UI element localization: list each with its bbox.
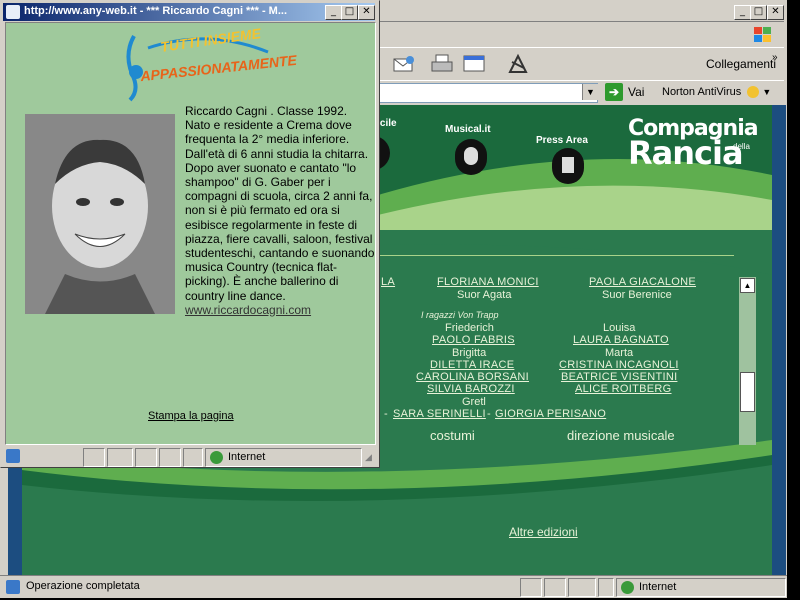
separator: - [487,408,491,420]
zone-segment: Internet [616,578,786,597]
status-text: Operazione completata [26,580,140,592]
address-input[interactable] [378,83,598,103]
mail-icon[interactable] [392,52,416,76]
bio-block: Riccardo Cagni . Classe 1992. Nato e res… [15,104,375,320]
ie-icon [6,5,20,19]
nav-icon-musical[interactable] [455,139,487,175]
minimize-button[interactable]: _ [734,5,751,20]
status-bar: Operazione completata Internet [0,575,787,598]
cast-link[interactable]: ALICE ROITBERG [575,383,672,395]
costumes-label: costumi [430,428,475,443]
maximize-button[interactable]: □ [750,5,767,20]
print-page-link[interactable]: Stampa la pagina [148,410,234,422]
status-segment [107,448,133,467]
cast-link[interactable]: CRISTINA INCAGNOLI [559,359,679,371]
globe-icon [621,581,634,594]
cast-group-note: I ragazzi Von Trapp [421,310,499,320]
cast-link[interactable]: LA [381,276,395,288]
messenger-icon[interactable] [506,52,530,76]
cast-link[interactable]: SILVIA BAROZZI [427,383,515,395]
resize-grip-icon[interactable]: ◢ [365,452,372,463]
separator: - [384,408,388,420]
nav-icon-press[interactable] [552,148,584,184]
chevron-down-icon[interactable]: ▼ [762,87,771,97]
go-button-label[interactable]: Vai [628,85,644,99]
status-segment [520,578,542,597]
go-arrow-icon[interactable]: ➔ [605,83,623,101]
divider-line [378,255,734,256]
cast-link[interactable]: PAOLO FABRIS [432,334,515,346]
right-frame-border [772,105,786,575]
maximize-button[interactable]: □ [341,5,358,20]
nav-label-press[interactable]: Press Area [536,135,588,146]
zone-label: Internet [639,581,677,593]
popup-title: http://www.any-web.it - *** Riccardo Cag… [24,5,288,17]
status-segment [159,448,181,467]
cast-role: Louisa [603,322,636,334]
cast-link[interactable]: CAROLINA BORSANI [416,371,529,383]
mask-icon [464,147,478,165]
cast-role: Suor Agata [457,289,512,301]
cast-role: Brigitta [452,347,487,359]
cast-role: Gretl [462,396,486,408]
cast-link[interactable]: SARA SERINELLI [393,408,486,420]
popup-status-bar: Internet ◢ [3,446,377,467]
status-segment [183,448,203,467]
portrait-photo [25,114,175,314]
links-label[interactable]: Collegamenti [706,57,776,71]
popup-blocked-icon[interactable] [568,578,596,597]
status-segment [135,448,157,467]
cast-link[interactable]: LAURA BAGNATO [573,334,669,346]
cast-link[interactable]: BEATRICE VISENTINI [561,371,677,383]
cast-role: Friederich [445,322,494,334]
cast-link[interactable]: PAOLA GIACALONE [589,276,696,288]
document-icon [562,157,574,173]
windows-logo-icon [754,27,771,42]
norton-icon [747,86,760,99]
music-direction-label: direzione musicale [567,428,675,443]
edit-icon[interactable] [462,52,486,76]
other-editions-link[interactable]: Altre edizioni [509,525,578,539]
cast-link[interactable]: GIORGIA PERISANO [495,408,606,420]
cast-link[interactable]: FLORIANA MONICI [437,276,539,288]
print-icon[interactable] [430,52,454,76]
status-segment [544,578,566,597]
page-icon [6,449,20,463]
status-segment [598,578,614,597]
norton-antivirus-button[interactable]: Norton AntiVirus ▼ [658,83,782,101]
globe-icon [210,451,223,464]
minimize-button[interactable]: _ [325,5,342,20]
background-title-bar: _ □ ✕ [378,4,784,22]
site-logo-bottom[interactable]: Rancia [628,134,744,172]
page-done-icon [6,580,20,594]
zone-label: Internet [228,451,266,463]
scroll-up-icon[interactable]: ▲ [740,278,755,293]
chevron-right-icon[interactable]: » [772,52,778,63]
zone-segment: Internet [205,448,362,467]
close-button[interactable]: ✕ [767,5,784,20]
chevron-down-icon[interactable]: ▼ [582,84,598,100]
cast-role: Suor Berenice [602,289,672,301]
cast-link[interactable]: DILETTA IRACE [430,359,514,371]
menu-bar [378,22,784,46]
scroll-thumb[interactable] [740,372,755,412]
inner-scrollbar[interactable]: ▲ [739,277,756,445]
cast-role: Marta [605,347,634,359]
norton-label: Norton AntiVirus [662,86,742,98]
status-segment [83,448,105,467]
close-button[interactable]: ✕ [358,5,375,20]
nav-label-musical[interactable]: Musical.it [445,124,491,135]
